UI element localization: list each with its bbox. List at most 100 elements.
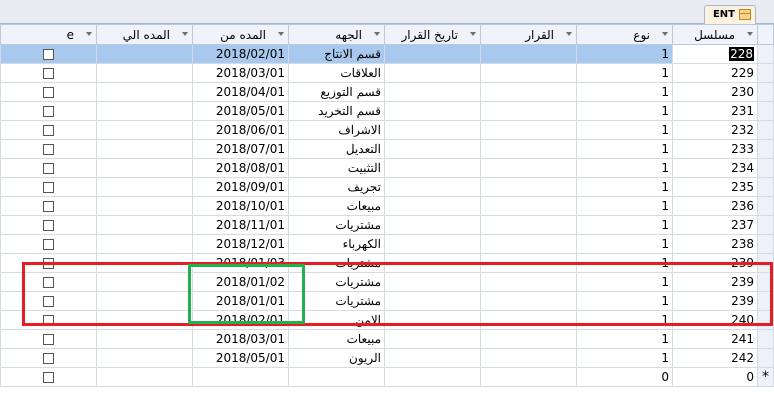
period-to-cell[interactable] <box>96 82 193 102</box>
dropdown-arrow-icon[interactable] <box>182 32 188 36</box>
e-checkbox[interactable] <box>43 258 54 269</box>
serial-cell[interactable]: 231 <box>672 101 758 121</box>
row-selector[interactable] <box>757 291 774 311</box>
type-cell[interactable]: 1 <box>576 253 673 273</box>
period-from-cell[interactable]: 2018/01/01 <box>192 291 289 311</box>
decision-date-cell[interactable] <box>384 139 481 159</box>
select-all-corner[interactable] <box>757 24 774 45</box>
serial-cell[interactable]: 0 <box>672 367 758 387</box>
department-cell[interactable]: مبيعات <box>288 196 385 216</box>
department-cell[interactable] <box>288 367 385 387</box>
type-cell[interactable]: 0 <box>576 367 673 387</box>
department-cell[interactable]: مشتريات <box>288 291 385 311</box>
period-from-cell[interactable]: 2018/08/01 <box>192 158 289 178</box>
e-checkbox[interactable] <box>43 220 54 231</box>
department-cell[interactable]: قسم الانتاج <box>288 44 385 64</box>
e-checkbox[interactable] <box>43 277 54 288</box>
e-checkbox[interactable] <box>43 68 54 79</box>
e-cell[interactable] <box>0 139 97 159</box>
period-to-cell[interactable] <box>96 291 193 311</box>
e-cell[interactable] <box>0 177 97 197</box>
table-row[interactable]: 2018/03/01 مبيعات 1 241 <box>0 329 774 349</box>
period-from-cell[interactable]: 2018/01/02 <box>192 272 289 292</box>
row-selector[interactable] <box>757 177 774 197</box>
type-cell[interactable]: 1 <box>576 196 673 216</box>
e-checkbox[interactable] <box>43 334 54 345</box>
e-checkbox[interactable] <box>43 163 54 174</box>
type-cell[interactable]: 1 <box>576 177 673 197</box>
serial-cell[interactable]: 242 <box>672 348 758 368</box>
period-from-cell[interactable]: 2018/06/01 <box>192 120 289 140</box>
row-selector[interactable] <box>757 329 774 349</box>
period-to-cell[interactable] <box>96 101 193 121</box>
new-record-row[interactable]: 0 0 * <box>0 367 774 387</box>
decision-cell[interactable] <box>480 234 577 254</box>
e-checkbox[interactable] <box>43 239 54 250</box>
period-to-cell[interactable] <box>96 139 193 159</box>
decision-date-cell[interactable] <box>384 177 481 197</box>
table-row[interactable]: 2018/05/01 الريون 1 242 <box>0 348 774 368</box>
period-from-cell[interactable]: 2018/04/01 <box>192 82 289 102</box>
row-selector[interactable] <box>757 101 774 121</box>
decision-cell[interactable] <box>480 177 577 197</box>
decision-date-cell[interactable] <box>384 253 481 273</box>
decision-cell[interactable] <box>480 139 577 159</box>
department-cell[interactable]: مبيعات <box>288 329 385 349</box>
period-from-cell[interactable]: 2018/05/01 <box>192 348 289 368</box>
dropdown-arrow-icon[interactable] <box>662 32 668 36</box>
department-cell[interactable]: الامن <box>288 310 385 330</box>
period-from-cell[interactable]: 2018/03/01 <box>192 329 289 349</box>
table-row[interactable]: 2018/02/01 قسم الانتاج 1 228 <box>0 44 774 64</box>
period-from-cell[interactable]: 2018/10/01 <box>192 196 289 216</box>
serial-cell[interactable]: 230 <box>672 82 758 102</box>
table-row[interactable]: 2018/09/01 تجريف 1 235 <box>0 177 774 197</box>
row-selector[interactable] <box>757 215 774 235</box>
serial-cell[interactable]: 240 <box>672 310 758 330</box>
e-cell[interactable] <box>0 310 97 330</box>
e-cell[interactable] <box>0 120 97 140</box>
decision-cell[interactable] <box>480 215 577 235</box>
e-cell[interactable] <box>0 291 97 311</box>
table-row[interactable]: 2018/07/01 التعديل 1 233 <box>0 139 774 159</box>
column-header-serial[interactable]: مسلسل <box>672 24 758 45</box>
department-cell[interactable]: الكهرباء <box>288 234 385 254</box>
e-cell[interactable] <box>0 253 97 273</box>
department-cell[interactable]: التثبيت <box>288 158 385 178</box>
decision-date-cell[interactable] <box>384 120 481 140</box>
period-to-cell[interactable] <box>96 63 193 83</box>
decision-date-cell[interactable] <box>384 348 481 368</box>
department-cell[interactable]: العلاقات <box>288 63 385 83</box>
row-selector[interactable] <box>757 348 774 368</box>
type-cell[interactable]: 1 <box>576 215 673 235</box>
e-checkbox[interactable] <box>43 49 54 60</box>
type-cell[interactable]: 1 <box>576 101 673 121</box>
column-header-decision-date[interactable]: تاريخ القرار <box>384 24 481 45</box>
period-to-cell[interactable] <box>96 234 193 254</box>
department-cell[interactable]: قسم التخريد <box>288 101 385 121</box>
dropdown-arrow-icon[interactable] <box>374 32 380 36</box>
decision-cell[interactable] <box>480 291 577 311</box>
table-row[interactable]: 2018/02/01 الامن 1 240 <box>0 310 774 330</box>
decision-cell[interactable] <box>480 329 577 349</box>
row-selector[interactable] <box>757 139 774 159</box>
decision-cell[interactable] <box>480 253 577 273</box>
decision-cell[interactable] <box>480 158 577 178</box>
decision-date-cell[interactable] <box>384 329 481 349</box>
serial-cell[interactable]: 239 <box>672 253 758 273</box>
table-row[interactable]: 2018/11/01 مشتريات 1 237 <box>0 215 774 235</box>
serial-cell[interactable]: 228 <box>672 44 758 64</box>
decision-date-cell[interactable] <box>384 310 481 330</box>
e-cell[interactable] <box>0 234 97 254</box>
e-cell[interactable] <box>0 63 97 83</box>
column-header-decision[interactable]: القرار <box>480 24 577 45</box>
row-selector[interactable] <box>757 234 774 254</box>
e-cell[interactable] <box>0 82 97 102</box>
dropdown-arrow-icon[interactable] <box>566 32 572 36</box>
department-cell[interactable]: الاشراف <box>288 120 385 140</box>
serial-cell[interactable]: 236 <box>672 196 758 216</box>
column-header-period-to[interactable]: المده الي <box>96 24 193 45</box>
row-selector[interactable] <box>757 44 774 64</box>
e-checkbox[interactable] <box>43 353 54 364</box>
period-to-cell[interactable] <box>96 253 193 273</box>
row-selector[interactable] <box>757 253 774 273</box>
